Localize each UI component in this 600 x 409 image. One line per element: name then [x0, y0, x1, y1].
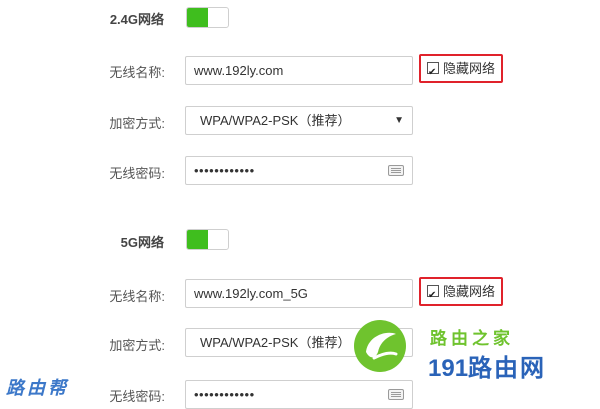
password-label-2g: 无线密码: — [109, 166, 165, 181]
keyboard-icon[interactable] — [388, 165, 404, 176]
hide-network-checkbox-2g[interactable]: 隐藏网络 — [419, 54, 503, 85]
ssid-value-2g: www.192ly.com — [194, 63, 284, 78]
hide-network-label-2g: 隐藏网络 — [443, 61, 496, 76]
watermark-brand-cn2: 路由网 — [468, 355, 547, 382]
ssid-value-5g: www.192ly.com_5G — [194, 286, 308, 301]
password-value-2g: •••••••••••• — [194, 163, 255, 178]
encrypt-select-2g[interactable]: WPA/WPA2-PSK（推荐） ▼ — [185, 106, 413, 135]
toggle-2g[interactable] — [186, 7, 229, 28]
ssid-input-5g[interactable]: www.192ly.com_5G — [185, 279, 413, 308]
encrypt-label-2g: 加密方式: — [109, 116, 165, 131]
dropdown-arrow-icon: ▼ — [394, 115, 404, 126]
password-input-2g[interactable]: •••••••••••• — [185, 156, 413, 185]
toggle-5g[interactable] — [186, 229, 229, 250]
keyboard-icon[interactable] — [388, 389, 404, 400]
watermark-left: 路由帮 — [6, 378, 69, 398]
toggle-knob — [187, 8, 208, 27]
hide-network-label-5g: 隐藏网络 — [443, 284, 496, 299]
checkbox-checked-icon — [427, 283, 439, 308]
ssid-input-2g[interactable]: www.192ly.com — [185, 56, 413, 85]
encrypt-value-5g: WPA/WPA2-PSK（推荐） — [200, 335, 351, 350]
ssid-label-2g: 无线名称: — [109, 65, 165, 80]
toggle-knob — [187, 230, 208, 249]
encrypt-value-2g: WPA/WPA2-PSK（推荐） — [200, 113, 351, 128]
ssid-label-5g: 无线名称: — [109, 289, 165, 304]
section-title-5g: 5G网络 — [120, 235, 164, 250]
section-title-2g: 2.4G网络 — [109, 12, 164, 27]
encrypt-label-5g: 加密方式: — [109, 338, 165, 353]
hide-network-checkbox-5g[interactable]: 隐藏网络 — [419, 277, 503, 308]
checkbox-checked-icon — [427, 60, 439, 85]
watermark-brand-cn: 路由之家 — [430, 329, 514, 348]
watermark-brand-num: 191 — [428, 355, 469, 382]
watermark-brand-line: 191路由网 — [428, 348, 546, 383]
leaf-logo-icon — [354, 320, 406, 372]
password-input-5g[interactable]: •••••••••••• — [185, 380, 413, 409]
